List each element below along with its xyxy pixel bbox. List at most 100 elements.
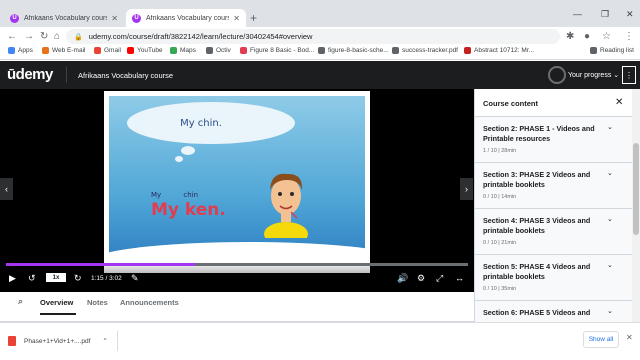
maps-icon — [170, 47, 177, 54]
chevron-up-icon[interactable]: ⌃ — [102, 337, 107, 345]
profile-avatar-icon[interactable]: ● — [584, 31, 590, 42]
section-title: Section 4: PHASE 3 Videos and printable … — [483, 216, 591, 235]
chevron-down-icon: ⌄ — [607, 308, 613, 315]
section-title: Section 2: PHASE 1 - Videos and Printabl… — [483, 124, 595, 143]
scrollbar-thumb[interactable] — [633, 143, 639, 235]
more-options-button[interactable]: ⋮ — [622, 66, 636, 84]
section-meta: 1 / 10 | 28min — [483, 148, 517, 154]
more-vertical-icon: ⋮ — [625, 70, 633, 80]
tab-announcements[interactable]: Announcements — [120, 298, 179, 307]
bookmark-figure8[interactable]: Figure 8 Basic - Bod... — [240, 47, 314, 54]
extensions-puzzle-icon[interactable]: ✱ — [566, 31, 574, 42]
pdf-file-icon — [8, 336, 16, 346]
close-download-bar-icon[interactable]: ✕ — [626, 333, 633, 342]
play-icon[interactable]: ▶ — [9, 273, 16, 284]
afrikaans-phrase: My ken. — [151, 200, 226, 220]
tab-title: Afrikaans Vocabulary course | Ud — [146, 14, 229, 22]
bookmark-gmail[interactable]: Gmail — [94, 47, 121, 54]
settings-gear-icon[interactable]: ⚙ — [417, 273, 425, 284]
download-item[interactable]: Phase+1+Vid+1+....pdf ⌃ — [8, 331, 118, 351]
section-3[interactable]: Section 3: PHASE 2 Videos and printable … — [475, 163, 632, 209]
bookmark-star-icon[interactable]: ☆ — [602, 31, 611, 42]
download-bar: Phase+1+Vid+1+....pdf ⌃ Show all ✕ — [0, 322, 640, 360]
progress-ring-icon[interactable] — [548, 66, 566, 84]
section-title: Section 6: PHASE 5 Videos and — [483, 308, 591, 317]
sidebar-title: Course content — [483, 99, 539, 108]
udemy-header: ūdemy Afrikaans Vocabulary course Your p… — [0, 61, 640, 89]
web-email-icon — [42, 47, 49, 54]
lecture-tabs: ⌕ Overview Notes Announcements — [0, 292, 474, 322]
close-window-icon[interactable]: ✕ — [626, 9, 634, 20]
minimize-window-icon[interactable]: — — [573, 9, 582, 19]
section-meta: 0 / 10 | 14min — [483, 194, 517, 200]
next-lecture-arrow-icon[interactable]: › — [460, 178, 473, 200]
apps-grid-icon — [8, 47, 15, 54]
section-4[interactable]: Section 4: PHASE 3 Videos and printable … — [475, 209, 632, 255]
back-arrow-icon[interactable]: ← — [7, 31, 17, 42]
course-title[interactable]: Afrikaans Vocabulary course — [78, 71, 173, 80]
section-title: Section 3: PHASE 2 Videos and printable … — [483, 170, 591, 189]
speech-bubble: My chin. — [127, 102, 295, 144]
active-tab-underline — [40, 313, 76, 315]
show-all-button[interactable]: Show all — [583, 331, 619, 348]
browser-toolbar: ← → ↻ ⌂ 🔒 udemy.com/course/draft/3822142… — [0, 27, 640, 46]
close-tab-icon[interactable]: ✕ — [111, 14, 118, 23]
tab-overview[interactable]: Overview — [40, 298, 73, 307]
home-icon[interactable]: ⌂ — [54, 31, 60, 42]
chevron-down-icon: ⌄ — [607, 124, 613, 131]
rewind-icon[interactable]: ↺ — [28, 273, 36, 284]
volume-icon[interactable]: 🔊 — [397, 273, 408, 284]
restore-window-icon[interactable]: ❐ — [601, 9, 609, 20]
browser-tab-1[interactable]: U Afrikaans Vocabulary course | Ud ✕ — [4, 9, 124, 27]
tab-notes[interactable]: Notes — [87, 298, 108, 307]
bookmark-abstract[interactable]: Abstract 10712: Mr... — [464, 47, 534, 54]
bookmark-octiv[interactable]: Octiv — [206, 47, 231, 54]
reload-icon[interactable]: ↻ — [40, 31, 48, 42]
bubble-puff — [175, 156, 183, 162]
address-bar[interactable]: 🔒 udemy.com/course/draft/3822142/learn/l… — [66, 29, 560, 44]
section-5[interactable]: Section 5: PHASE 4 Videos and printable … — [475, 255, 632, 301]
globe-icon — [392, 47, 399, 54]
new-tab-button[interactable]: + — [250, 11, 257, 25]
forward-icon[interactable]: ↻ — [74, 273, 82, 284]
forward-arrow-icon[interactable]: → — [24, 31, 34, 42]
udemy-favicon-icon: U — [10, 13, 19, 23]
gmail-icon — [94, 47, 101, 54]
sidebar-header: Course content ✕ — [475, 89, 632, 117]
close-tab-icon[interactable]: ✕ — [233, 14, 240, 23]
section-2[interactable]: Section 2: PHASE 1 - Videos and Printabl… — [475, 117, 632, 163]
bookmark-apps[interactable]: Apps — [8, 47, 33, 54]
browser-tab-2-active[interactable]: U Afrikaans Vocabulary course | Ud ✕ — [126, 9, 246, 27]
bookmarks-bar: Apps Web E-mail Gmail YouTube Maps Octiv… — [0, 46, 640, 60]
bookmark-youtube[interactable]: YouTube — [127, 47, 163, 54]
udemy-logo[interactable]: ūdemy — [7, 66, 53, 83]
chevron-down-icon: ⌄ — [607, 216, 613, 223]
header-divider — [66, 67, 67, 83]
document-icon — [318, 47, 325, 54]
figure8-icon — [240, 47, 247, 54]
fullscreen-icon[interactable]: ⤢ — [436, 273, 443, 284]
boy-illustration — [264, 173, 308, 238]
search-icon[interactable]: ⌕ — [18, 296, 23, 307]
youtube-icon — [127, 47, 134, 54]
bookmark-web-email[interactable]: Web E-mail — [42, 47, 85, 54]
your-progress-button[interactable]: Your progress ⌄ — [568, 71, 619, 79]
bookmark-figure8-schedule[interactable]: figure-8-basic-sche... — [318, 47, 389, 54]
small-words-row: My chin — [151, 191, 199, 199]
lock-icon: 🔒 — [74, 33, 83, 41]
bookmark-success-tracker[interactable]: success-tracker.pdf — [392, 47, 458, 54]
close-sidebar-icon[interactable]: ✕ — [615, 97, 623, 108]
section-6[interactable]: Section 6: PHASE 5 Videos and ⌄ — [475, 301, 632, 322]
notes-pencil-icon[interactable]: ✎ — [131, 273, 139, 284]
course-content-sidebar: Course content ✕ Section 2: PHASE 1 - Vi… — [474, 89, 632, 322]
browser-menu-icon[interactable]: ⋮ — [624, 31, 634, 42]
download-filename: Phase+1+Vid+1+....pdf — [24, 337, 91, 345]
octiv-icon — [206, 47, 213, 54]
playback-speed-button[interactable]: 1x — [46, 273, 66, 282]
reading-list-button[interactable]: Reading list — [590, 47, 634, 54]
abstract-icon — [464, 47, 471, 54]
previous-lecture-arrow-icon[interactable]: ‹ — [0, 178, 13, 200]
seek-bar-progress — [6, 263, 196, 266]
expand-icon[interactable]: ↔ — [455, 273, 464, 283]
bookmark-maps[interactable]: Maps — [170, 47, 196, 54]
